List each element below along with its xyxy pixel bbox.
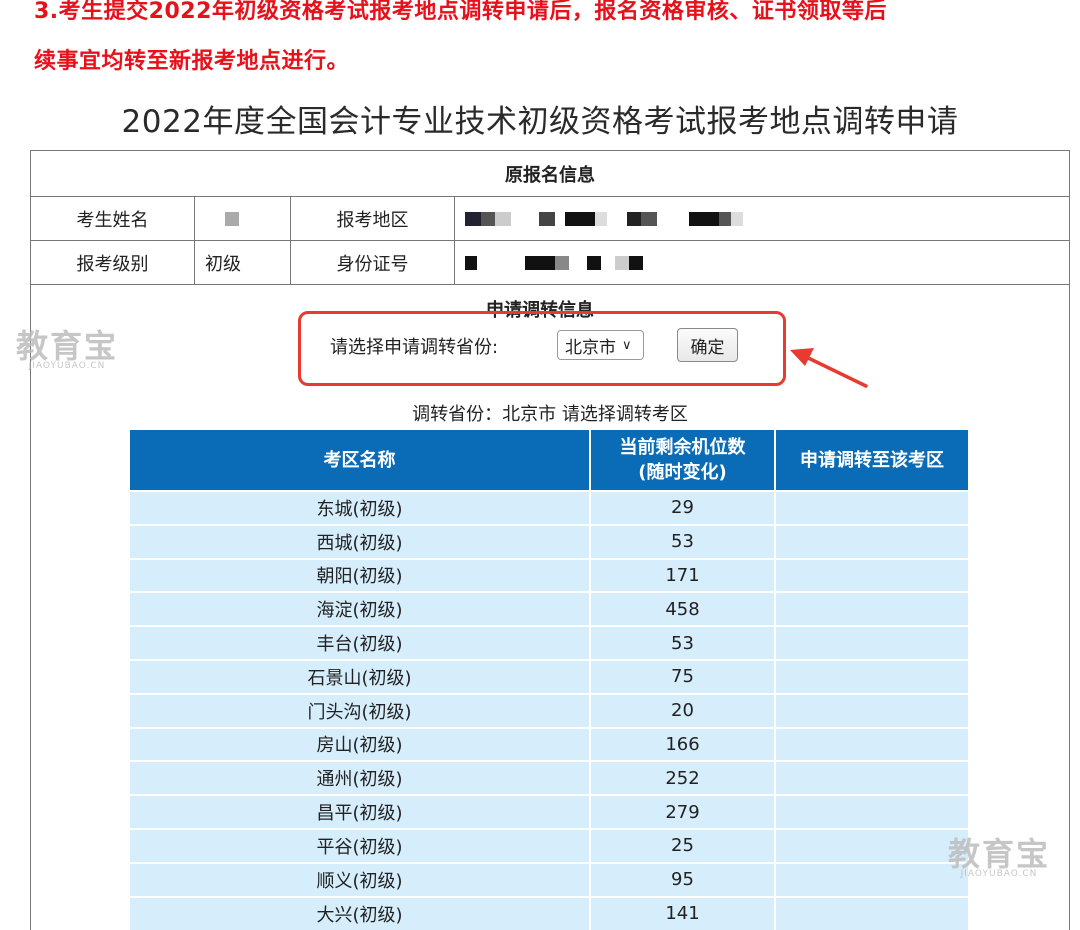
apply-transfer-cell[interactable] bbox=[775, 827, 968, 863]
id-label: 身份证号 bbox=[290, 240, 455, 285]
remaining-seats-cell: 458 bbox=[590, 591, 776, 627]
watermark-domain: JIAOYUBAO.CN bbox=[960, 869, 1038, 879]
site-name-cell: 顺义(初级) bbox=[130, 861, 591, 897]
remaining-seats-cell: 53 bbox=[590, 523, 776, 559]
apply-transfer-cell[interactable] bbox=[775, 658, 968, 694]
remaining-seats-cell: 171 bbox=[590, 557, 776, 593]
site-name-cell: 大兴(初级) bbox=[130, 895, 591, 930]
remaining-seats-cell: 141 bbox=[590, 895, 776, 930]
site-name-cell: 房山(初级) bbox=[130, 726, 591, 762]
apply-transfer-cell[interactable] bbox=[775, 490, 968, 525]
level-value: 初级 bbox=[194, 240, 291, 285]
highlight-annotation-box bbox=[298, 311, 786, 386]
watermark-domain: JIAOYUBAO.CN bbox=[28, 361, 106, 371]
table-row: 通州(初级) 252 bbox=[130, 760, 968, 796]
watermark-right: 教育宝 JIAOYUBAO.CN bbox=[948, 838, 1050, 879]
remaining-seats-cell: 53 bbox=[590, 625, 776, 660]
table-row: 房山(初级) 166 bbox=[130, 726, 968, 762]
apply-transfer-cell[interactable] bbox=[775, 760, 968, 796]
notice-line-2: 续事宜均转至新报考地点进行。 bbox=[34, 49, 350, 74]
level-label: 报考级别 bbox=[30, 240, 195, 285]
apply-transfer-cell[interactable] bbox=[775, 591, 968, 627]
site-name-cell: 昌平(初级) bbox=[130, 794, 591, 829]
column-header-site-name: 考区名称 bbox=[130, 430, 591, 491]
table-row: 平谷(初级) 25 bbox=[130, 827, 968, 863]
site-name-cell: 海淀(初级) bbox=[130, 591, 591, 627]
table-row: 东城(初级) 29 bbox=[130, 490, 968, 525]
name-value-redacted bbox=[194, 196, 291, 241]
table-row: 昌平(初级) 279 bbox=[130, 794, 968, 829]
remaining-seats-cell: 95 bbox=[590, 861, 776, 897]
apply-transfer-cell[interactable] bbox=[775, 794, 968, 829]
apply-transfer-cell[interactable] bbox=[775, 625, 968, 660]
watermark-brand: 教育宝 bbox=[16, 327, 119, 365]
region-label: 报考地区 bbox=[290, 196, 455, 241]
remaining-seats-cell: 20 bbox=[590, 692, 776, 728]
original-info-table: 原报名信息 考生姓名 报考地区 报考级别 初级 身份证号 bbox=[30, 150, 1070, 285]
table-row: 朝阳(初级) 171 bbox=[130, 557, 968, 593]
name-label: 考生姓名 bbox=[30, 196, 195, 241]
table-row: 丰台(初级) 53 bbox=[130, 625, 968, 660]
exam-sites-table: 考区名称 当前剩余机位数 (随时变化) 申请调转至该考区 东城(初级) 29 西城(… bbox=[130, 430, 968, 930]
site-name-cell: 丰台(初级) bbox=[130, 625, 591, 660]
region-value-redacted bbox=[454, 196, 1070, 241]
apply-transfer-cell[interactable] bbox=[775, 861, 968, 897]
id-value-redacted bbox=[454, 240, 1070, 285]
apply-transfer-cell[interactable] bbox=[775, 726, 968, 762]
site-name-cell: 朝阳(初级) bbox=[130, 557, 591, 593]
watermark-brand: 教育宝 bbox=[948, 835, 1051, 873]
remaining-seats-cell: 25 bbox=[590, 827, 776, 863]
site-name-cell: 通州(初级) bbox=[130, 760, 591, 796]
site-name-cell: 门头沟(初级) bbox=[130, 692, 591, 728]
table-row: 门头沟(初级) 20 bbox=[130, 692, 968, 728]
column-header-apply-transfer: 申请调转至该考区 bbox=[775, 430, 968, 491]
watermark-left: 教育宝 JIAOYUBAO.CN bbox=[16, 330, 118, 371]
apply-transfer-cell[interactable] bbox=[775, 692, 968, 728]
table-row: 海淀(初级) 458 bbox=[130, 591, 968, 627]
apply-transfer-cell[interactable] bbox=[775, 557, 968, 593]
table-row: 西城(初级) 53 bbox=[130, 523, 968, 559]
annotation-arrow-icon bbox=[790, 348, 868, 388]
site-name-cell: 西城(初级) bbox=[130, 523, 591, 559]
remaining-seats-cell: 252 bbox=[590, 760, 776, 796]
remaining-seats-cell: 166 bbox=[590, 726, 776, 762]
site-name-cell: 东城(初级) bbox=[130, 490, 591, 525]
table-row: 石景山(初级) 75 bbox=[130, 658, 968, 694]
original-info-heading: 原报名信息 bbox=[30, 150, 1070, 197]
remaining-seats-cell: 279 bbox=[590, 794, 776, 829]
apply-transfer-cell[interactable] bbox=[775, 895, 968, 930]
transfer-status-line: 调转省份：北京市 请选择调转考区 bbox=[412, 404, 688, 425]
column-header-remaining-seats: 当前剩余机位数 (随时变化) bbox=[590, 430, 776, 491]
remaining-seats-cell: 29 bbox=[590, 490, 776, 525]
notice-line-1: 3.考生提交2022年初级资格考试报考地点调转申请后，报名资格审核、证书领取等后 bbox=[34, 0, 887, 24]
apply-transfer-cell[interactable] bbox=[775, 523, 968, 559]
table-row: 顺义(初级) 95 bbox=[130, 861, 968, 897]
page-title: 2022年度全国会计专业技术初级资格考试报考地点调转申请 bbox=[121, 104, 959, 140]
remaining-seats-cell: 75 bbox=[590, 658, 776, 694]
table-row: 大兴(初级) 141 bbox=[130, 895, 968, 930]
site-name-cell: 石景山(初级) bbox=[130, 658, 591, 694]
site-name-cell: 平谷(初级) bbox=[130, 827, 591, 863]
